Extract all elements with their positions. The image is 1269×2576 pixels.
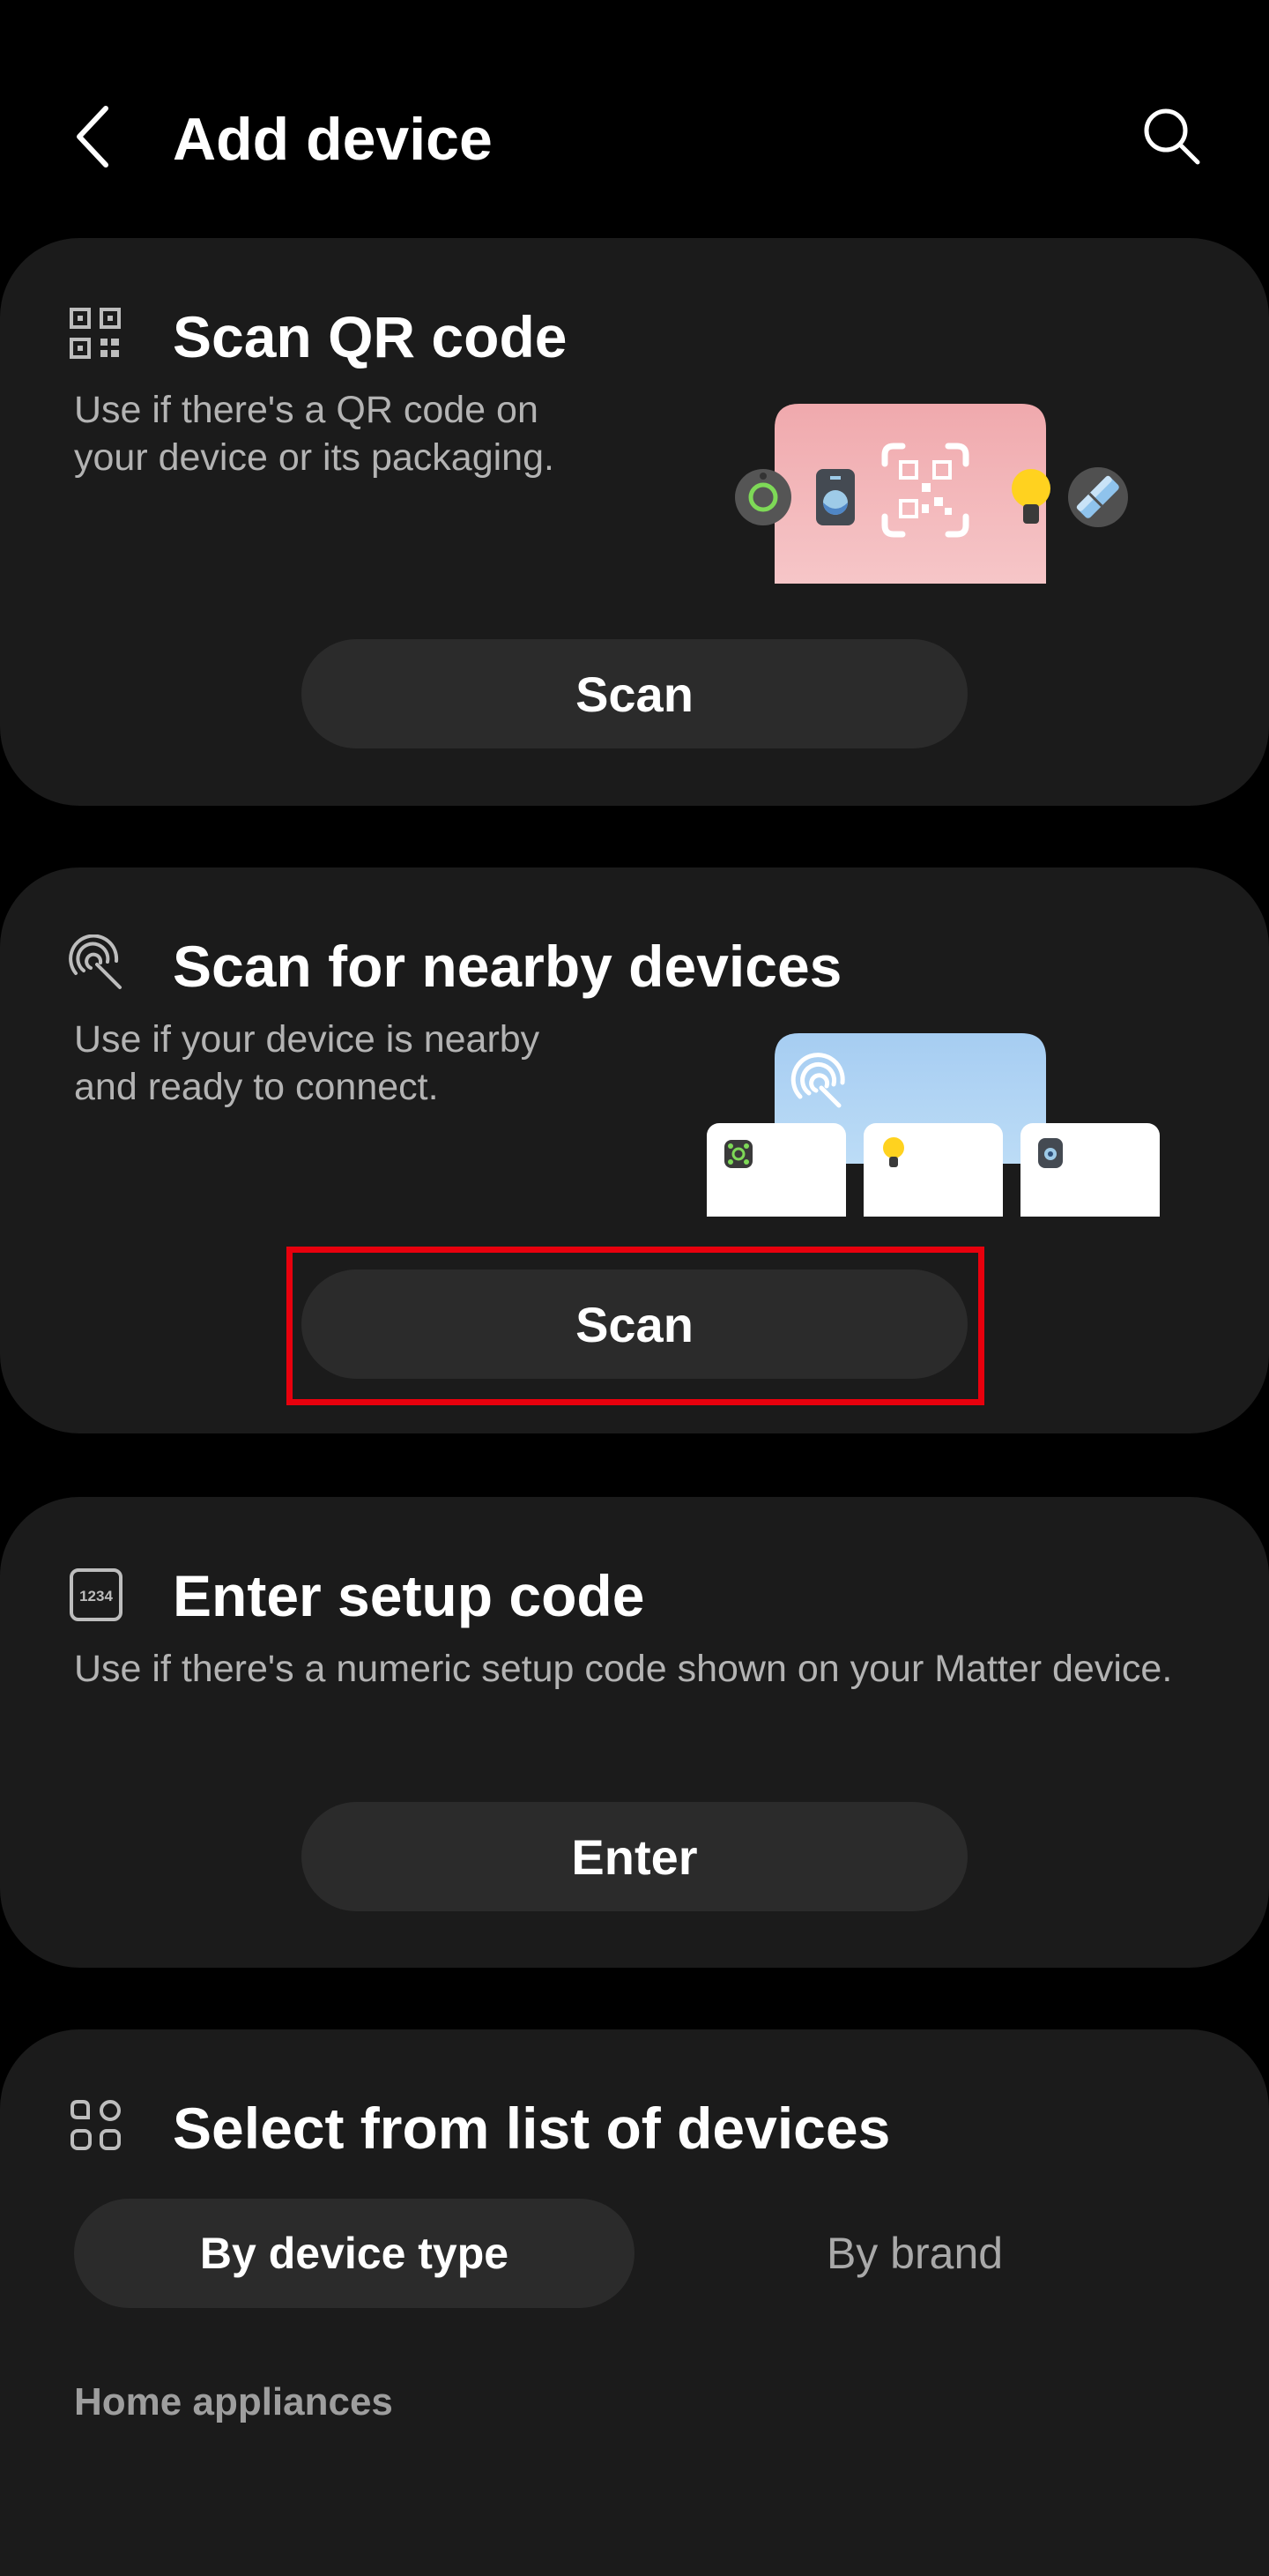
search-button[interactable] [1128, 93, 1216, 181]
card-title: Scan QR code [173, 304, 568, 369]
card-description: Use if there's a QR code on your device … [74, 386, 554, 481]
nearby-scan-icon [69, 934, 125, 995]
card-title: Select from list of devices [173, 2096, 891, 2161]
scan-qr-button[interactable]: Scan [301, 639, 968, 748]
setup-code-icon: 1234 [69, 1567, 123, 1627]
description-line: Use if your device is nearby [74, 1018, 540, 1061]
section-header-home-appliances: Home appliances [74, 2380, 393, 2423]
grid-icon [69, 2098, 123, 2157]
tab-by-brand[interactable]: By brand [634, 2199, 1195, 2308]
enter-code-button[interactable]: Enter [301, 1802, 968, 1911]
top-app-bar: Add device [0, 0, 1269, 238]
enter-setup-code-card: 1234 Enter setup code Use if there's a n… [0, 1497, 1269, 1968]
description-line: your device or its packaging. [74, 436, 554, 479]
card-description: Use if your device is nearby and ready t… [74, 1016, 539, 1111]
tab-by-device-type[interactable]: By device type [74, 2199, 634, 2308]
search-icon [1144, 108, 1200, 165]
chevron-left-icon [77, 106, 108, 168]
page-title: Add device [173, 106, 493, 173]
qr-scan-illustration [735, 404, 1128, 584]
card-title: Scan for nearby devices [173, 934, 842, 999]
card-description: Use if there's a numeric setup code show… [74, 1648, 1173, 1690]
description-line: Use if there's a QR code on [74, 389, 538, 431]
card-title: Enter setup code [173, 1563, 645, 1628]
device-list-card: Select from list of devices By device ty… [0, 2029, 1269, 2576]
highlight-box [286, 1247, 984, 1405]
qr-code-icon [69, 307, 122, 364]
nearby-scan-illustration [707, 1033, 1160, 1217]
back-button[interactable] [53, 88, 132, 185]
scan-qr-card: Scan QR code Use if there's a QR code on… [0, 238, 1269, 806]
description-line: and ready to connect. [74, 1066, 439, 1108]
setup-code-icon-text: 1234 [79, 1588, 113, 1604]
